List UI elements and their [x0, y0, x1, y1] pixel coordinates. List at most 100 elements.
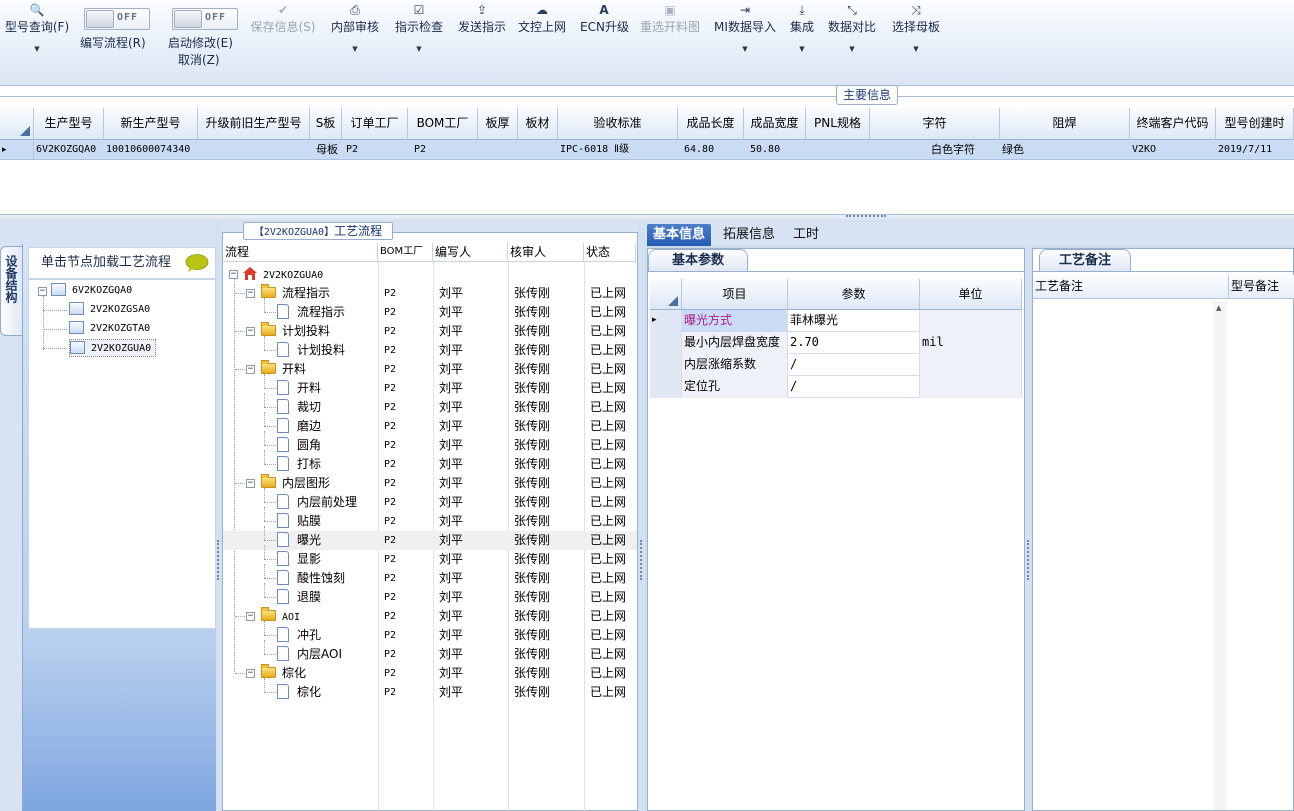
params-col-header[interactable]: 项目 [682, 279, 788, 310]
toolbar-check-square-button[interactable]: ☑ 指示检查 ▼ [392, 0, 446, 80]
collapse-toggle-icon[interactable]: − [246, 327, 255, 336]
params-col-header[interactable]: 单位 [920, 279, 1022, 310]
main-col-header[interactable]: 型号创建时 [1216, 108, 1294, 140]
chevron-down-icon[interactable]: ▼ [888, 45, 944, 53]
toolbar-sign-in-button[interactable]: ⇥ MI数据导入 ▼ [712, 0, 778, 80]
toggle-switch-2[interactable]: OFF [172, 8, 238, 30]
process-row[interactable]: 裁切 P2 刘平 张传刚 已上网 [223, 393, 637, 417]
chevron-down-icon[interactable]: ▼ [824, 45, 880, 53]
params-row[interactable]: ▸ 曝光方式 菲林曝光 [650, 310, 1022, 332]
structure-tree-node[interactable]: 2V2KOZGTA0 [69, 320, 150, 338]
main-col-header[interactable]: S板 [310, 108, 342, 140]
process-col-header[interactable]: 核审人 [508, 243, 584, 262]
toolbar-upload-button[interactable]: ⇪ 发送指示 [454, 0, 510, 80]
right-splitter[interactable] [1025, 246, 1032, 811]
main-col-header[interactable]: BOM工厂 [408, 108, 478, 140]
process-row[interactable]: − 2V2KOZGUA0 [223, 265, 637, 284]
process-row[interactable]: − AOI P2 刘平 张传刚 已上网 [223, 607, 637, 626]
chevron-down-icon[interactable]: ▼ [0, 45, 74, 53]
toolbar-search-button[interactable]: 🔍 型号查询(F) ▼ [0, 0, 74, 80]
params-row[interactable]: 最小内层焊盘宽度 2.70 mil [650, 332, 1022, 354]
toolbar-printer-button[interactable]: ⎙ 内部审核 ▼ [328, 0, 382, 80]
process-row[interactable]: − 开料 P2 刘平 张传刚 已上网 [223, 360, 637, 379]
toolbar-shuffle-button[interactable]: ⤨ 选择母板 ▼ [888, 0, 944, 80]
structure-tree-node[interactable]: 2V2KOZGSA0 [69, 301, 150, 319]
process-row[interactable]: 计划投料 P2 刘平 张传刚 已上网 [223, 336, 637, 360]
notes-col-process[interactable]: 工艺备注 [1033, 275, 1229, 299]
toolbar-cloud-upload-button[interactable]: ☁ 文控上网 [517, 0, 567, 80]
main-col-header[interactable]: 成品宽度 [744, 108, 806, 140]
main-col-header[interactable]: 板材 [518, 108, 558, 140]
notes-scrollbar[interactable]: ▲ [1213, 301, 1227, 810]
process-row[interactable]: 曝光 P2 刘平 张传刚 已上网 [223, 526, 637, 550]
tab-basic-params[interactable]: 基本参数 [648, 249, 748, 271]
params-value-cell[interactable]: / [788, 354, 920, 376]
process-row[interactable]: 磨边 P2 刘平 张传刚 已上网 [223, 412, 637, 436]
params-row[interactable]: 定位孔 / [650, 376, 1022, 398]
collapse-toggle-icon[interactable]: − [246, 479, 255, 488]
process-row[interactable]: 内层AOI P2 刘平 张传刚 已上网 [223, 640, 637, 664]
main-col-header[interactable]: 验收标准 [558, 108, 678, 140]
params-value-cell[interactable]: 2.70 [788, 332, 920, 354]
toolbar-compress-button[interactable]: ⤡ 数据对比 ▼ [824, 0, 880, 80]
main-col-header[interactable]: 终端客户代码 [1130, 108, 1216, 140]
process-row[interactable]: 流程指示 P2 刘平 张传刚 已上网 [223, 298, 637, 322]
main-col-header[interactable]: 字符 [870, 108, 1000, 140]
tab-basic-info[interactable]: 基本信息 [647, 224, 712, 246]
collapse-toggle-icon[interactable]: − [246, 612, 255, 621]
notes-col-model[interactable]: 型号备注 [1229, 275, 1294, 299]
main-col-header[interactable]: 订单工厂 [342, 108, 408, 140]
process-row[interactable]: 冲孔 P2 刘平 张传刚 已上网 [223, 621, 637, 645]
main-col-header[interactable]: PNL规格 [806, 108, 870, 140]
collapse-toggle-icon[interactable]: − [246, 669, 255, 678]
collapse-toggle-icon[interactable]: − [38, 287, 47, 296]
collapse-toggle-icon[interactable]: − [246, 365, 255, 374]
params-col-header[interactable]: 参数 [788, 279, 920, 310]
process-row[interactable]: 打标 P2 刘平 张传刚 已上网 [223, 450, 637, 474]
main-col-header[interactable]: 成品长度 [678, 108, 744, 140]
params-value-cell[interactable]: / [788, 376, 920, 398]
process-row[interactable]: 贴膜 P2 刘平 张传刚 已上网 [223, 507, 637, 531]
middle-splitter[interactable] [638, 222, 645, 811]
main-col-header[interactable]: 板厚 [478, 108, 518, 140]
params-unit-cell[interactable] [920, 310, 1022, 332]
main-col-header[interactable]: 阻焊 [1000, 108, 1130, 140]
chevron-down-icon[interactable]: ▼ [785, 45, 819, 53]
process-col-header[interactable]: 流程 [223, 243, 378, 262]
process-col-header[interactable]: 状态 [584, 243, 636, 262]
process-row[interactable]: 棕化 P2 刘平 张传刚 已上网 [223, 678, 637, 702]
process-row[interactable]: 酸性蚀刻 P2 刘平 张传刚 已上网 [223, 564, 637, 588]
chevron-down-icon[interactable]: ▼ [392, 45, 446, 53]
tab-process-notes[interactable]: 工艺备注 [1039, 249, 1131, 271]
process-row[interactable]: 退膜 P2 刘平 张传刚 已上网 [223, 583, 637, 607]
process-col-header[interactable]: BOM工厂 [378, 243, 433, 262]
scroll-up-icon[interactable]: ▲ [1216, 304, 1221, 312]
horizontal-splitter[interactable] [0, 215, 1294, 222]
process-grid[interactable]: 流程 BOM工厂 编写人 核审人 状态 −2V2KOZGUA0− 流程指示 P2 刘平 张传刚 已上… [223, 243, 637, 811]
process-row[interactable]: − 计划投料 P2 刘平 张传刚 已上网 [223, 322, 637, 341]
params-unit-cell[interactable] [920, 354, 1022, 376]
cancel-label[interactable]: 取消(Z) [178, 52, 220, 68]
toolbar-download-button[interactable]: ⤓ 集成 ▼ [785, 0, 819, 80]
collapse-toggle-icon[interactable]: − [246, 289, 255, 298]
params-unit-cell[interactable] [920, 376, 1022, 398]
main-col-header[interactable]: 新生产型号 [104, 108, 198, 140]
chevron-down-icon[interactable]: ▼ [712, 45, 778, 53]
process-row[interactable]: 圆角 P2 刘平 张传刚 已上网 [223, 431, 637, 455]
process-row[interactable]: 显影 P2 刘平 张传刚 已上网 [223, 545, 637, 569]
toolbar-text-a-button[interactable]: A ECN升级 [580, 0, 629, 80]
params-row[interactable]: 内层涨缩系数 / [650, 354, 1022, 376]
tab-extended-info[interactable]: 拓展信息 [717, 224, 781, 246]
main-col-header[interactable]: 升级前旧生产型号 [198, 108, 310, 140]
process-row[interactable]: − 棕化 P2 刘平 张传刚 已上网 [223, 664, 637, 683]
structure-tree-node[interactable]: 6V2KOZGQA0 [51, 282, 132, 300]
tab-work-hours[interactable]: 工时 [787, 224, 825, 246]
params-value-cell[interactable]: 菲林曝光 [788, 310, 920, 332]
process-col-header[interactable]: 编写人 [433, 243, 508, 262]
table-row[interactable]: ▸ 6V2KOZGQA0 10010600074340 母板 P2 P2 IPC-6018 … [0, 140, 1294, 160]
toggle-switch-1[interactable]: OFF [84, 8, 150, 30]
structure-tree-node[interactable]: 2V2KOZGUA0 [69, 339, 157, 357]
main-info-grid[interactable]: 生产型号 新生产型号 升级前旧生产型号 S板 订单工厂 BOM工厂 板厚 板材 验收标准 成品长度… [0, 108, 1294, 215]
params-unit-cell[interactable]: mil [920, 332, 1022, 354]
process-row[interactable]: 开料 P2 刘平 张传刚 已上网 [223, 374, 637, 398]
